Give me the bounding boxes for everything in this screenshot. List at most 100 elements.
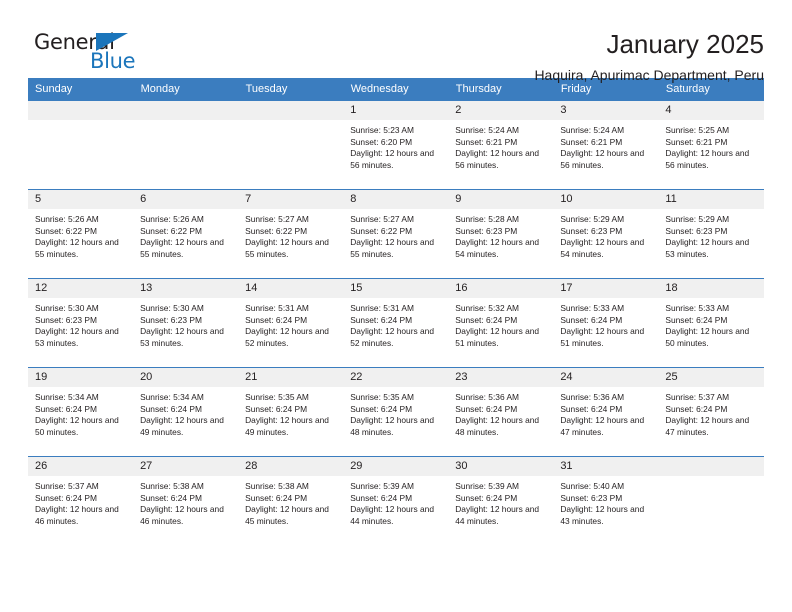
calendar-day-cell[interactable]: 26 Sunrise: 5:37 AM Sunset: 6:24 PM Dayligh…: [28, 456, 134, 546]
calendar-day-cell[interactable]: 21 Sunrise: 5:35 AM Sunset: 6:24 PM Dayligh…: [238, 367, 344, 457]
sunset-text: Sunset: 6:24 PM: [350, 314, 413, 325]
day-details: Sunrise: 5:29 AM Sunset: 6:23 PM Daylight:…: [658, 209, 763, 260]
sunrise-text: Sunrise: 5:31 AM: [245, 303, 309, 313]
calendar-day-cell[interactable]: 11 Sunrise: 5:29 AM Sunset: 6:23 PM Dayligh…: [658, 189, 764, 279]
calendar-day-cell-empty: [658, 456, 764, 546]
calendar-week-row: 5 Sunrise: 5:26 AM Sunset: 6:22 PM Daylight…: [28, 189, 764, 279]
sunrise-text: Sunrise: 5:40 AM: [560, 481, 625, 491]
day-number: [133, 101, 239, 120]
daylight-text: Daylight: 12 hours and 50 minutes.: [35, 415, 119, 437]
day-number: 19: [28, 368, 134, 387]
calendar-day-cell[interactable]: 1 Sunrise: 5:23 AM Sunset: 6:20 PM Daylight…: [343, 100, 449, 190]
calendar-day-cell[interactable]: 24 Sunrise: 5:36 AM Sunset: 6:24 PM Dayligh…: [553, 367, 659, 457]
day-details: Sunrise: 5:33 AM Sunset: 6:24 PM Daylight:…: [553, 298, 658, 349]
calendar-day-cell[interactable]: 16 Sunrise: 5:32 AM Sunset: 6:24 PM Dayligh…: [448, 278, 554, 368]
sunset-text: Sunset: 6:21 PM: [560, 136, 623, 147]
day-details: Sunrise: 5:30 AM Sunset: 6:23 PM Daylight:…: [28, 298, 133, 349]
sunset-text: Sunset: 6:21 PM: [665, 136, 728, 147]
daylight-text: Daylight: 12 hours and 47 minutes.: [560, 415, 645, 437]
day-number: 27: [133, 457, 239, 476]
calendar-day-cell[interactable]: 7 Sunrise: 5:27 AM Sunset: 6:22 PM Daylight…: [238, 189, 344, 279]
calendar-day-cell[interactable]: 20 Sunrise: 5:34 AM Sunset: 6:24 PM Dayligh…: [133, 367, 239, 457]
sunrise-text: Sunrise: 5:32 AM: [455, 303, 520, 313]
calendar-day-cell[interactable]: 15 Sunrise: 5:31 AM Sunset: 6:24 PM Dayligh…: [343, 278, 449, 368]
day-details: Sunrise: 5:35 AM Sunset: 6:24 PM Daylight:…: [343, 387, 448, 438]
sunrise-text: Sunrise: 5:27 AM: [350, 214, 414, 224]
calendar-week-row: 26 Sunrise: 5:37 AM Sunset: 6:24 PM Dayligh…: [28, 456, 764, 546]
sunrise-text: Sunrise: 5:39 AM: [350, 481, 414, 491]
calendar-day-cell[interactable]: 10 Sunrise: 5:29 AM Sunset: 6:23 PM Dayligh…: [553, 189, 659, 279]
daylight-text: Daylight: 12 hours and 50 minutes.: [665, 326, 750, 348]
page-title: January 2025: [606, 29, 764, 59]
day-number: 10: [553, 190, 659, 209]
day-details: Sunrise: 5:28 AM Sunset: 6:23 PM Daylight:…: [448, 209, 553, 260]
day-details: Sunrise: 5:37 AM Sunset: 6:24 PM Daylight:…: [28, 476, 133, 527]
calendar-day-cell[interactable]: 9 Sunrise: 5:28 AM Sunset: 6:23 PM Daylight…: [448, 189, 554, 279]
sunset-text: Sunset: 6:23 PM: [140, 314, 202, 325]
calendar-day-cell[interactable]: 2 Sunrise: 5:24 AM Sunset: 6:21 PM Daylight…: [448, 100, 554, 190]
sunrise-text: Sunrise: 5:37 AM: [35, 481, 99, 491]
calendar-day-cell[interactable]: 6 Sunrise: 5:26 AM Sunset: 6:22 PM Daylight…: [133, 189, 239, 279]
calendar-day-cell[interactable]: 5 Sunrise: 5:26 AM Sunset: 6:22 PM Daylight…: [28, 189, 134, 279]
logo-word-blue: Blue: [90, 49, 136, 73]
sunset-text: Sunset: 6:23 PM: [455, 225, 518, 236]
calendar-day-cell[interactable]: 23 Sunrise: 5:36 AM Sunset: 6:24 PM Dayligh…: [448, 367, 554, 457]
calendar-day-cell-empty: [133, 100, 239, 190]
daylight-text: Daylight: 12 hours and 49 minutes.: [245, 415, 329, 437]
calendar-day-cell[interactable]: 4 Sunrise: 5:25 AM Sunset: 6:21 PM Daylight…: [658, 100, 764, 190]
day-number: 25: [658, 368, 764, 387]
general-blue-logo[interactable]: General Blue: [28, 28, 148, 76]
calendar-day-cell[interactable]: 18 Sunrise: 5:33 AM Sunset: 6:24 PM Dayligh…: [658, 278, 764, 368]
sunrise-text: Sunrise: 5:35 AM: [245, 392, 309, 402]
sunset-text: Sunset: 6:23 PM: [665, 225, 728, 236]
sunset-text: Sunset: 6:24 PM: [140, 403, 202, 414]
calendar-day-cell[interactable]: 25 Sunrise: 5:37 AM Sunset: 6:24 PM Dayligh…: [658, 367, 764, 457]
calendar-day-cell[interactable]: 31 Sunrise: 5:40 AM Sunset: 6:23 PM Dayligh…: [553, 456, 659, 546]
daylight-text: Daylight: 12 hours and 45 minutes.: [245, 504, 329, 526]
day-details: Sunrise: 5:39 AM Sunset: 6:24 PM Daylight:…: [448, 476, 553, 527]
sunrise-text: Sunrise: 5:24 AM: [560, 125, 625, 135]
day-details: Sunrise: 5:35 AM Sunset: 6:24 PM Daylight:…: [238, 387, 343, 438]
day-number: [658, 457, 764, 476]
sunset-text: Sunset: 6:23 PM: [560, 225, 623, 236]
calendar-day-cell-empty: [238, 100, 344, 190]
sunrise-text: Sunrise: 5:29 AM: [665, 214, 730, 224]
calendar-day-cell[interactable]: 13 Sunrise: 5:30 AM Sunset: 6:23 PM Dayligh…: [133, 278, 239, 368]
calendar-day-cell[interactable]: 29 Sunrise: 5:39 AM Sunset: 6:24 PM Dayligh…: [343, 456, 449, 546]
calendar-day-cell[interactable]: 28 Sunrise: 5:38 AM Sunset: 6:24 PM Dayligh…: [238, 456, 344, 546]
day-details: Sunrise: 5:23 AM Sunset: 6:20 PM Daylight:…: [343, 120, 448, 171]
day-number: 28: [238, 457, 344, 476]
daylight-text: Daylight: 12 hours and 47 minutes.: [665, 415, 750, 437]
daylight-text: Daylight: 12 hours and 53 minutes.: [665, 237, 750, 259]
calendar-day-cell[interactable]: 8 Sunrise: 5:27 AM Sunset: 6:22 PM Daylight…: [343, 189, 449, 279]
sunrise-text: Sunrise: 5:31 AM: [350, 303, 414, 313]
calendar-day-cell[interactable]: 14 Sunrise: 5:31 AM Sunset: 6:24 PM Dayligh…: [238, 278, 344, 368]
calendar-day-cell[interactable]: 22 Sunrise: 5:35 AM Sunset: 6:24 PM Dayligh…: [343, 367, 449, 457]
sunrise-text: Sunrise: 5:34 AM: [35, 392, 99, 402]
calendar-day-cell[interactable]: 3 Sunrise: 5:24 AM Sunset: 6:21 PM Daylight…: [553, 100, 659, 190]
sunrise-text: Sunrise: 5:25 AM: [665, 125, 730, 135]
day-details: Sunrise: 5:26 AM Sunset: 6:22 PM Daylight:…: [133, 209, 238, 260]
calendar-day-cell[interactable]: 30 Sunrise: 5:39 AM Sunset: 6:24 PM Dayligh…: [448, 456, 554, 546]
day-details: Sunrise: 5:36 AM Sunset: 6:24 PM Daylight:…: [448, 387, 553, 438]
sunset-text: Sunset: 6:22 PM: [140, 225, 202, 236]
calendar-day-cell[interactable]: 17 Sunrise: 5:33 AM Sunset: 6:24 PM Dayligh…: [553, 278, 659, 368]
calendar-day-cell[interactable]: 19 Sunrise: 5:34 AM Sunset: 6:24 PM Dayligh…: [28, 367, 134, 457]
day-details: Sunrise: 5:32 AM Sunset: 6:24 PM Daylight:…: [448, 298, 553, 349]
sunset-text: Sunset: 6:20 PM: [350, 136, 413, 147]
day-details: Sunrise: 5:26 AM Sunset: 6:22 PM Daylight:…: [28, 209, 133, 260]
day-details: Sunrise: 5:36 AM Sunset: 6:24 PM Daylight:…: [553, 387, 658, 438]
day-details: Sunrise: 5:40 AM Sunset: 6:23 PM Daylight:…: [553, 476, 658, 527]
sunrise-text: Sunrise: 5:36 AM: [455, 392, 520, 402]
sunset-text: Sunset: 6:22 PM: [245, 225, 308, 236]
calendar-page: General Blue January 2025 Haquira, Apuri…: [0, 0, 792, 612]
day-number: 30: [448, 457, 554, 476]
daylight-text: Daylight: 12 hours and 56 minutes.: [665, 148, 750, 170]
calendar-day-cell[interactable]: 27 Sunrise: 5:38 AM Sunset: 6:24 PM Dayligh…: [133, 456, 239, 546]
daylight-text: Daylight: 12 hours and 51 minutes.: [560, 326, 645, 348]
calendar-day-cell[interactable]: 12 Sunrise: 5:30 AM Sunset: 6:23 PM Dayligh…: [28, 278, 134, 368]
daylight-text: Daylight: 12 hours and 46 minutes.: [140, 504, 224, 526]
day-details: Sunrise: 5:31 AM Sunset: 6:24 PM Daylight:…: [238, 298, 343, 349]
day-number: 22: [343, 368, 449, 387]
sunrise-text: Sunrise: 5:27 AM: [245, 214, 309, 224]
